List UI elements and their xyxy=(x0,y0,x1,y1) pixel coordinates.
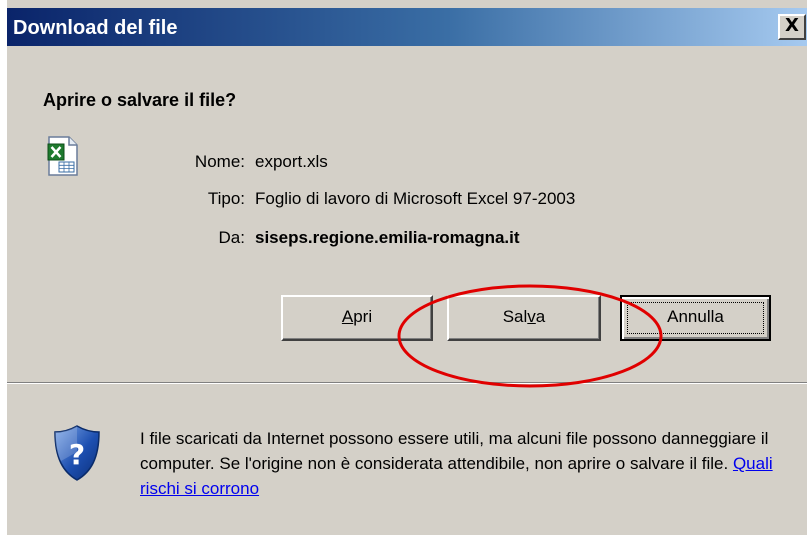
security-warning: I file scaricati da Internet possono ess… xyxy=(140,426,800,501)
separator xyxy=(7,382,807,384)
excel-file-icon xyxy=(47,136,79,181)
cancel-button[interactable]: Annulla xyxy=(620,295,771,341)
file-source-row: Da: siseps.regione.emilia-romagna.it xyxy=(172,228,520,248)
file-type-label: Tipo: xyxy=(207,189,245,208)
file-type-row: Tipo: Foglio di lavoro di Microsoft Excel… xyxy=(172,189,576,209)
shield-question-icon: ? xyxy=(53,424,101,487)
file-name-row: Nome: export.xls xyxy=(172,152,328,172)
save-button-label: Salva xyxy=(502,307,546,326)
download-dialog: Download del file X Aprire o salvare il … xyxy=(6,0,807,535)
warning-text: I file scaricati da Internet possono ess… xyxy=(140,429,769,473)
dialog-question: Aprire o salvare il file? xyxy=(43,90,237,110)
save-button[interactable]: Salva xyxy=(447,295,601,341)
close-icon: X xyxy=(785,15,799,36)
file-type-value: Foglio di lavoro di Microsoft Excel 97-2… xyxy=(255,189,576,208)
svg-text:?: ? xyxy=(69,438,85,471)
file-name-label: Nome: xyxy=(194,152,245,171)
open-button[interactable]: Apri xyxy=(281,295,433,341)
file-name-value: export.xls xyxy=(255,152,328,171)
file-source-label: Da: xyxy=(218,228,245,247)
file-source-value: siseps.regione.emilia-romagna.it xyxy=(255,228,520,247)
title-bar[interactable]: Download del file X xyxy=(7,8,807,46)
focus-rectangle xyxy=(627,302,764,334)
close-button[interactable]: X xyxy=(778,14,806,40)
open-button-label: Apri xyxy=(341,307,373,326)
window-title: Download del file xyxy=(13,17,178,39)
